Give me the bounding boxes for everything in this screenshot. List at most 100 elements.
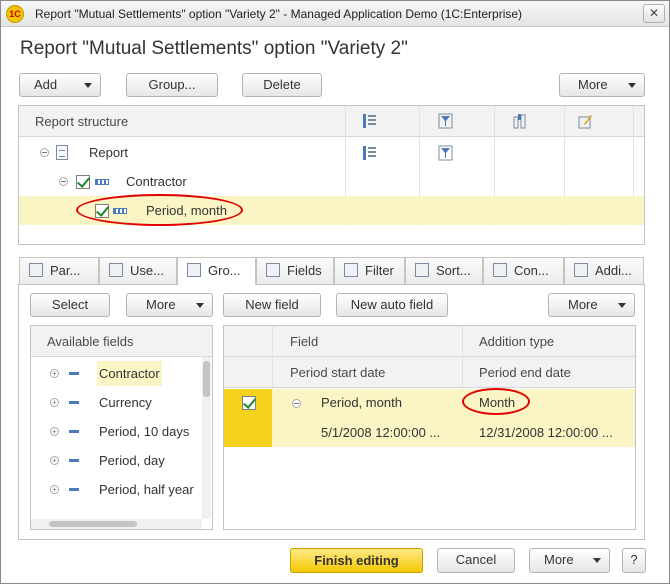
report-structure-panel: Report structure Report Contractor Perio… xyxy=(18,105,645,245)
chevron-down-icon xyxy=(593,558,601,563)
grouping-table-subheader: Period start date Period end date xyxy=(224,357,635,388)
grouping-fields-icon xyxy=(363,114,376,128)
cancel-button[interactable]: Cancel xyxy=(437,548,515,573)
tab-label: Filter xyxy=(365,263,394,278)
parameters-icon xyxy=(29,263,43,277)
more-button-left[interactable]: More xyxy=(126,293,213,317)
user-fields-icon xyxy=(109,263,123,277)
tab-sort[interactable]: Sort... xyxy=(405,257,483,284)
available-field-label: Period, 10 days xyxy=(99,424,190,439)
grouping-fields-icon xyxy=(363,146,376,160)
chevron-down-icon xyxy=(196,303,204,308)
available-field-label: Currency xyxy=(99,395,152,410)
page-title: Report "Mutual Settlements" option "Vari… xyxy=(20,38,408,59)
tab-label: Gro... xyxy=(208,263,241,278)
table-row[interactable]: Period, month Month 5/1/2008 12:00:00 ..… xyxy=(224,389,635,447)
title-bar: 1С Report "Mutual Settlements" option "V… xyxy=(1,1,669,27)
more-button-bottom-label: More xyxy=(544,552,574,567)
column-header-period-end: Period end date xyxy=(479,365,571,380)
tab-additional[interactable]: Addi... xyxy=(564,257,644,284)
column-header-addition-type: Addition type xyxy=(479,334,555,349)
structure-header-label: Report structure xyxy=(35,114,129,129)
contractor-checkbox[interactable] xyxy=(76,175,90,189)
tab-label: Par... xyxy=(50,263,81,278)
expand-icon[interactable]: + xyxy=(50,369,59,378)
more-button-bottom[interactable]: More xyxy=(529,548,610,573)
scrollbar-thumb[interactable] xyxy=(203,361,210,397)
delete-button[interactable]: Delete xyxy=(242,73,322,97)
more-button-top-label: More xyxy=(578,77,608,92)
field-icon xyxy=(69,430,79,433)
new-field-button[interactable]: New field xyxy=(223,293,321,317)
tab-label: Fields xyxy=(287,263,322,278)
scrollbar-thumb[interactable] xyxy=(49,521,137,527)
field-icon xyxy=(69,372,79,375)
row-field-label: Period, month xyxy=(321,395,402,410)
more-button-top[interactable]: More xyxy=(559,73,645,97)
structure-row-contractor[interactable]: Contractor xyxy=(19,167,644,196)
available-field-item[interactable]: + Period, 10 days xyxy=(31,417,201,446)
grouping-icon xyxy=(187,263,201,277)
tab-fields[interactable]: Fields xyxy=(256,257,334,284)
horizontal-scrollbar[interactable] xyxy=(31,519,202,529)
close-button[interactable]: ✕ xyxy=(643,4,665,23)
add-button[interactable]: Add xyxy=(19,73,101,97)
expand-icon[interactable]: + xyxy=(50,427,59,436)
grouping-field-icon xyxy=(95,179,109,185)
row-period-start[interactable]: 5/1/2008 12:00:00 ... xyxy=(321,425,440,440)
tab-filter[interactable]: Filter xyxy=(334,257,405,284)
order-columns-icon xyxy=(513,114,526,129)
tab-conditional[interactable]: Con... xyxy=(483,257,564,284)
filter-columns-icon xyxy=(438,145,453,161)
expand-icon[interactable]: + xyxy=(50,398,59,407)
field-icon xyxy=(292,399,301,408)
available-field-item[interactable]: + Period, half year xyxy=(31,475,201,504)
available-field-item[interactable]: + Contractor xyxy=(31,359,201,388)
column-header-period-start: Period start date xyxy=(290,365,386,380)
new-auto-field-button[interactable]: New auto field xyxy=(336,293,448,317)
grouping-table-header: Field Addition type xyxy=(224,326,635,357)
sort-icon xyxy=(415,263,429,277)
more-button-right[interactable]: More xyxy=(548,293,635,317)
tab-label: Addi... xyxy=(595,263,632,278)
structure-row-label: Report xyxy=(89,145,129,160)
chevron-down-icon xyxy=(618,303,626,308)
highlight-oval xyxy=(462,388,530,415)
field-icon xyxy=(69,488,79,491)
collapse-icon[interactable] xyxy=(40,148,49,157)
tab-label: Con... xyxy=(514,263,549,278)
structure-row-label: Contractor xyxy=(126,174,187,189)
appearance-icon xyxy=(578,115,592,129)
available-field-label: Period, half year xyxy=(99,482,194,497)
use-checkbox[interactable] xyxy=(242,396,256,410)
tab-parameters[interactable]: Par... xyxy=(19,257,99,284)
highlight-oval xyxy=(76,194,243,226)
window-title: Report "Mutual Settlements" option "Vari… xyxy=(35,7,523,21)
conditional-appearance-icon xyxy=(493,263,507,277)
tab-label: Use... xyxy=(130,263,164,278)
more-button-right-label: More xyxy=(568,297,598,312)
tab-user-fields[interactable]: Use... xyxy=(99,257,177,284)
structure-row-report[interactable]: Report xyxy=(19,138,644,167)
expand-icon[interactable]: + xyxy=(50,485,59,494)
row-period-end[interactable]: 12/31/2008 12:00:00 ... xyxy=(479,425,613,440)
app-window: 1С Report "Mutual Settlements" option "V… xyxy=(0,0,670,584)
report-document-icon xyxy=(56,145,68,160)
tab-grouping[interactable]: Gro... xyxy=(177,257,256,285)
collapse-icon[interactable] xyxy=(59,177,68,186)
help-button[interactable]: ? xyxy=(622,548,646,573)
grouping-fields-table: Field Addition type Period start date Pe… xyxy=(223,325,636,530)
available-field-item[interactable]: + Period, day xyxy=(31,446,201,475)
available-fields-header: Available fields xyxy=(31,326,212,357)
finish-editing-button[interactable]: Finish editing xyxy=(290,548,423,573)
app-logo-icon: 1С xyxy=(6,5,24,23)
column-header-field: Field xyxy=(290,334,319,349)
expand-icon[interactable]: + xyxy=(50,456,59,465)
select-button[interactable]: Select xyxy=(30,293,110,317)
filter-icon xyxy=(344,263,358,277)
available-field-item[interactable]: + Currency xyxy=(31,388,201,417)
group-button[interactable]: Group... xyxy=(126,73,218,97)
chevron-down-icon xyxy=(628,83,636,88)
vertical-scrollbar[interactable] xyxy=(202,357,211,519)
available-field-label: Contractor xyxy=(97,361,162,386)
